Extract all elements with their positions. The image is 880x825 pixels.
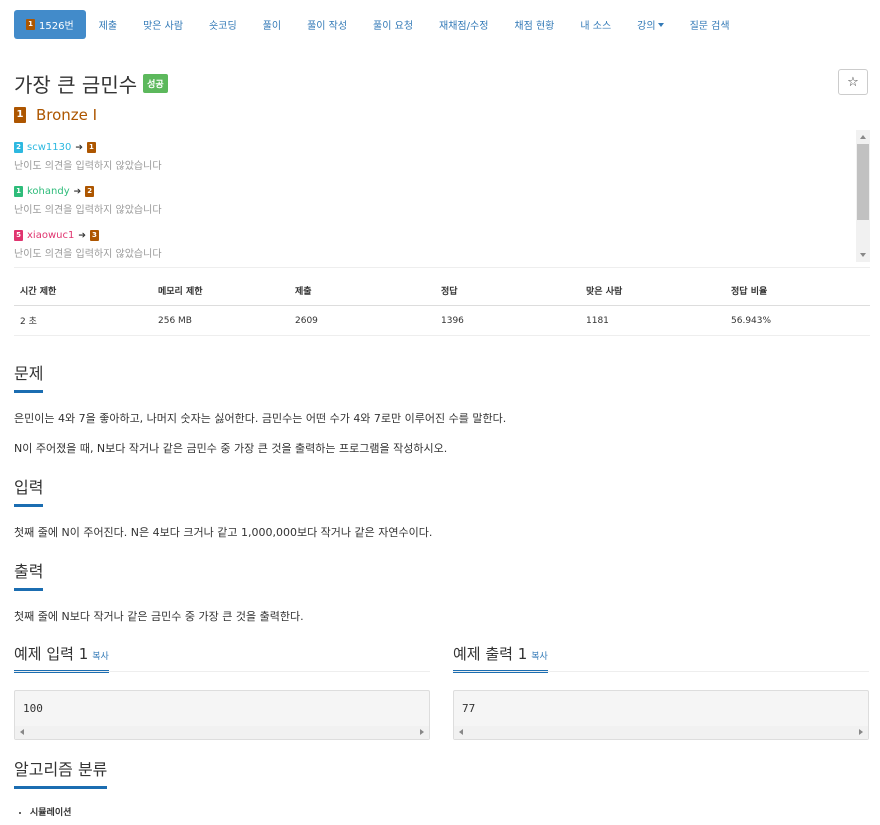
- scroll-up-icon[interactable]: [860, 135, 866, 139]
- sample-output-box: 77: [453, 690, 869, 740]
- sample-output-title: 예제 출력 1: [453, 645, 528, 663]
- sample-output-heading: 예제 출력 1 복사: [453, 643, 548, 673]
- nav-submit[interactable]: 제출: [86, 10, 130, 39]
- horizontal-scrollbar[interactable]: [15, 726, 429, 739]
- sample-input-box: 100: [14, 690, 430, 740]
- nav-rejudge[interactable]: 재채점/수정: [426, 10, 501, 39]
- arrow-right-icon: ➔: [78, 230, 86, 241]
- scroll-left-icon[interactable]: [20, 729, 24, 735]
- problem-stats-table: 시간 제한 메모리 제한 제출 정답 맞은 사람 정답 비율 2 초 256 M…: [14, 284, 870, 336]
- scroll-right-icon[interactable]: [859, 729, 863, 735]
- sample-input-value: 100: [23, 702, 43, 715]
- opinion-user-link[interactable]: xiaowuc1: [27, 230, 74, 241]
- algorithm-tag-link[interactable]: 시뮬레이션: [30, 805, 71, 818]
- status-badge: 성공: [143, 74, 168, 93]
- input-description: 첫째 줄에 N이 주어진다. N은 4보다 크거나 같고 1,000,000보다…: [14, 526, 433, 539]
- nav-lectures-dropdown[interactable]: 강의: [624, 10, 676, 39]
- scroll-left-icon[interactable]: [459, 729, 463, 735]
- sample-input-title: 예제 입력 1: [14, 645, 89, 663]
- star-button[interactable]: ☆: [838, 69, 868, 95]
- divider: [14, 267, 870, 268]
- title-row: 가장 큰 금민수 성공: [14, 69, 168, 98]
- stat-header-solved-users: 맞은 사람: [580, 284, 725, 306]
- nav-solutions[interactable]: 풀이: [250, 10, 294, 39]
- tier-icon: 5: [14, 230, 23, 241]
- tier-icon: 2: [14, 142, 23, 153]
- section-heading: 문제: [14, 360, 44, 393]
- opinions-scrollbar[interactable]: [856, 130, 870, 262]
- nav-question-search[interactable]: 질문 검색: [677, 10, 743, 39]
- opinion-user-link[interactable]: scw1130: [27, 142, 71, 153]
- section-algorithm: 알고리즘 분류: [14, 756, 870, 789]
- tier-icon: 1: [14, 186, 23, 197]
- stat-time-limit: 2 초: [14, 305, 152, 336]
- nav-problem-number[interactable]: 1 1526번: [14, 10, 86, 39]
- section-problem: 문제: [14, 360, 870, 393]
- problem-level: 1 Bronze I: [14, 106, 97, 124]
- stat-memory-limit: 256 MB: [152, 305, 289, 336]
- section-output: 출력: [14, 558, 870, 591]
- level-label: Bronze I: [36, 106, 98, 124]
- bronze-tier-icon: 1: [14, 107, 26, 123]
- stat-header-time-limit: 시간 제한: [14, 284, 152, 306]
- nav-lectures-label: 강의: [637, 21, 656, 32]
- scroll-down-icon[interactable]: [860, 253, 866, 257]
- output-description: 첫째 줄에 N보다 작거나 같은 금민수 중 가장 큰 것을 출력한다.: [14, 610, 304, 623]
- sample-input-heading: 예제 입력 1 복사: [14, 643, 109, 673]
- problem-description: N이 주어졌을 때, N보다 작거나 같은 금민수 중 가장 큰 것을 출력하는…: [14, 442, 448, 455]
- section-input: 입력: [14, 474, 870, 507]
- stat-header-memory-limit: 메모리 제한: [152, 284, 289, 306]
- nav-my-source[interactable]: 내 소스: [567, 10, 624, 39]
- bronze-tier-icon: 1: [26, 19, 35, 30]
- copy-input-button[interactable]: 복사: [92, 652, 109, 662]
- tier-icon: 3: [89, 230, 99, 241]
- stat-submissions: 2609: [289, 305, 435, 336]
- opinion-item: 5 xiaowuc1 ➔ 3 난이도 의견을 입력하지 않았습니다: [14, 230, 162, 260]
- nav-solved-users[interactable]: 맞은 사람: [130, 10, 196, 39]
- difficulty-opinions: 2 scw1130 ➔ 1 난이도 의견을 입력하지 않았습니다 1 kohan…: [14, 130, 870, 262]
- arrow-right-icon: ➔: [75, 142, 83, 153]
- nav-short-coding[interactable]: 숏코딩: [196, 10, 250, 39]
- tier-icon: 1: [86, 142, 96, 153]
- scroll-thumb[interactable]: [857, 144, 869, 220]
- tier-icon: 2: [85, 186, 95, 197]
- page-title: 가장 큰 금민수: [14, 73, 138, 97]
- nav-write-solution[interactable]: 풀이 작성: [294, 10, 360, 39]
- stat-header-ratio: 정답 비율: [725, 284, 870, 306]
- scroll-right-icon[interactable]: [420, 729, 424, 735]
- algorithm-tags: 시뮬레이션: [30, 805, 71, 818]
- problem-nav: 1 1526번 제출 맞은 사람 숏코딩 풀이 풀이 작성 풀이 요청 재채점/…: [14, 10, 743, 39]
- opinion-item: 2 scw1130 ➔ 1 난이도 의견을 입력하지 않았습니다: [14, 142, 162, 172]
- sample-output-panel: 예제 출력 1 복사 77: [453, 643, 869, 740]
- table-row: 2 초 256 MB 2609 1396 1181 56.943%: [14, 305, 870, 336]
- opinion-note: 난이도 의견을 입력하지 않았습니다: [14, 205, 162, 216]
- sample-output-value: 77: [462, 702, 476, 715]
- nav-request-solution[interactable]: 풀이 요청: [360, 10, 426, 39]
- arrow-right-icon: ➔: [73, 186, 82, 197]
- copy-output-button[interactable]: 복사: [531, 652, 548, 662]
- opinion-item: 1 kohandy ➔ 2 난이도 의견을 입력하지 않았습니다: [14, 186, 162, 216]
- stat-solved-users: 1181: [580, 305, 725, 336]
- problem-description: 은민이는 4와 7을 좋아하고, 나머지 숫자는 싫어한다. 금민수는 어떤 수…: [14, 412, 507, 425]
- opinion-user-link[interactable]: kohandy: [27, 186, 70, 197]
- section-heading: 입력: [14, 474, 44, 507]
- stat-ratio: 56.943%: [725, 305, 870, 336]
- nav-status[interactable]: 채점 현황: [501, 10, 567, 39]
- stat-header-submissions: 제출: [289, 284, 435, 306]
- stat-accepted: 1396: [435, 305, 580, 336]
- opinion-note: 난이도 의견을 입력하지 않았습니다: [14, 249, 162, 260]
- horizontal-scrollbar[interactable]: [454, 726, 868, 739]
- opinion-note: 난이도 의견을 입력하지 않았습니다: [14, 161, 162, 172]
- problem-number-label: 1526번: [39, 21, 74, 32]
- section-heading: 알고리즘 분류: [14, 756, 108, 789]
- caret-down-icon: [657, 22, 664, 27]
- sample-input-panel: 예제 입력 1 복사 100: [14, 643, 430, 740]
- section-heading: 출력: [14, 558, 44, 591]
- stat-header-accepted: 정답: [435, 284, 580, 306]
